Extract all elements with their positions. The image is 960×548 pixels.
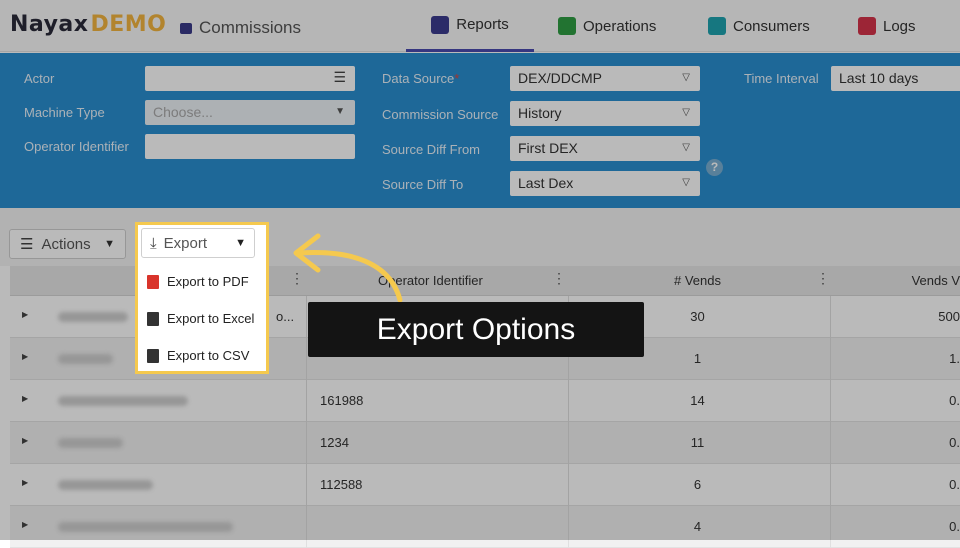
callout-arrow <box>293 233 403 303</box>
callout-label: Export Options <box>308 302 644 357</box>
